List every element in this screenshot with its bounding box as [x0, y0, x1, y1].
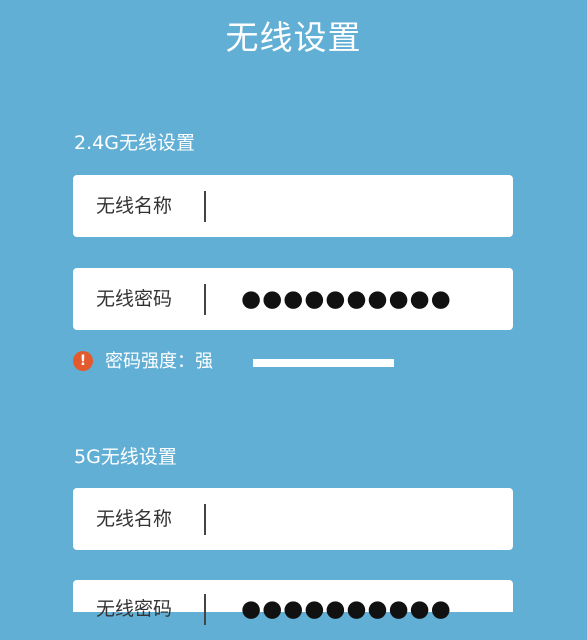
page-title: 无线设置 [225, 18, 362, 57]
wifi-password-input-2-4g[interactable]: ●●●●●●●●●● [241, 268, 452, 330]
wifi-password-label: 无线密码 [96, 288, 173, 310]
field-divider [204, 504, 206, 535]
section-title-2-4g: 2.4G无线设置 [74, 132, 195, 154]
wifi-name-label: 无线名称 [96, 508, 173, 530]
field-divider [204, 594, 206, 625]
wifi-name-input-5g[interactable] [223, 494, 503, 544]
wifi-password-input-5g[interactable]: ●●●●●●●●●● [241, 578, 452, 640]
wifi-name-label: 无线名称 [96, 195, 173, 217]
exclamation-circle-icon: ! [73, 351, 93, 371]
section-title-5g: 5G无线设置 [74, 446, 177, 468]
wifi-name-field-2-4g[interactable]: 无线名称 [73, 175, 513, 237]
wifi-password-label: 无线密码 [96, 598, 173, 620]
wifi-password-field-5g[interactable]: 无线密码 ●●●●●●●●●● [73, 580, 513, 625]
wifi-name-input-2-4g[interactable] [223, 181, 503, 231]
field-divider [204, 284, 206, 315]
field-divider [204, 191, 206, 222]
wifi-password-field-2-4g[interactable]: 无线密码 ●●●●●●●●●● [73, 268, 513, 330]
password-strength-label: 密码强度：强 [105, 351, 213, 372]
password-strength-bar [253, 359, 394, 367]
wifi-name-field-5g[interactable]: 无线名称 [73, 488, 513, 550]
password-strength-indicator: ! 密码强度：强 [73, 348, 403, 376]
